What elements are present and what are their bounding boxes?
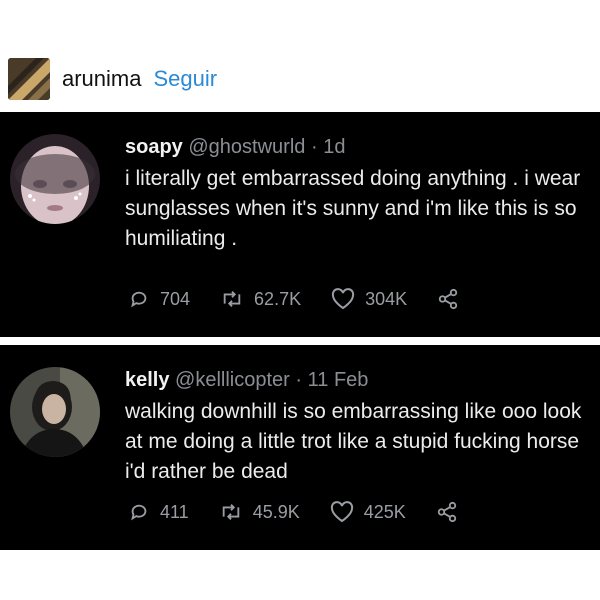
tweet-meta: soapy @ghostwurld · 1d [125,134,588,160]
retweet-count: 62.7K [254,288,302,309]
reply-count: 411 [160,501,189,522]
user-handle[interactable]: @ghostwurld [188,136,305,158]
retweet-icon [223,291,241,307]
retweet-button[interactable]: 45.9K [219,501,300,523]
like-button[interactable]: 304K [331,288,407,310]
meta-separator: · [310,136,318,158]
share-icon [438,288,458,310]
share-button[interactable] [436,501,468,523]
share-button[interactable] [437,288,469,310]
avatar[interactable] [10,134,100,224]
heart-icon [331,288,355,310]
tweet-actions: 411 45.9K 425K [128,501,468,523]
tweet-card: soapy @ghostwurld · 1d i literally get e… [0,112,600,337]
like-button[interactable]: 425K [330,501,406,523]
reply-icon [131,504,147,521]
reply-icon [131,291,147,308]
tweet-text: walking downhill is so embarrassing like… [125,400,582,483]
retweet-icon [222,504,239,520]
tweet-text: i literally get embarrassed doing anythi… [125,167,581,250]
tweet-time[interactable]: 1d [323,136,345,158]
blog-name[interactable]: arunima [62,66,141,92]
post-header: arunima Seguir [8,58,217,100]
tweet-time[interactable]: 11 Feb [308,369,369,391]
user-handle[interactable]: @kelllicopter [175,369,290,391]
meta-separator: · [295,369,303,391]
share-icon [437,501,456,523]
like-count: 304K [365,288,408,309]
tweet-body: kelly @kelllicopter · 11 Feb walking dow… [125,367,588,487]
reply-button[interactable]: 704 [128,288,190,310]
follow-button[interactable]: Seguir [153,66,217,92]
reply-button[interactable]: 411 [128,501,189,523]
user-name[interactable]: kelly [125,369,169,391]
heart-icon [330,501,353,523]
reply-count: 704 [160,288,191,309]
retweet-button[interactable]: 62.7K [220,288,301,310]
tweet-body: soapy @ghostwurld · 1d i literally get e… [125,134,588,254]
tweet-card: kelly @kelllicopter · 11 Feb walking dow… [0,345,600,550]
like-count: 425K [363,501,406,522]
user-name[interactable]: soapy [125,136,183,158]
blog-avatar[interactable] [8,58,50,100]
tweet-meta: kelly @kelllicopter · 11 Feb [125,367,588,393]
avatar[interactable] [10,367,100,457]
retweet-count: 45.9K [252,501,300,522]
tweet-actions: 704 62.7K 304K [128,288,469,310]
